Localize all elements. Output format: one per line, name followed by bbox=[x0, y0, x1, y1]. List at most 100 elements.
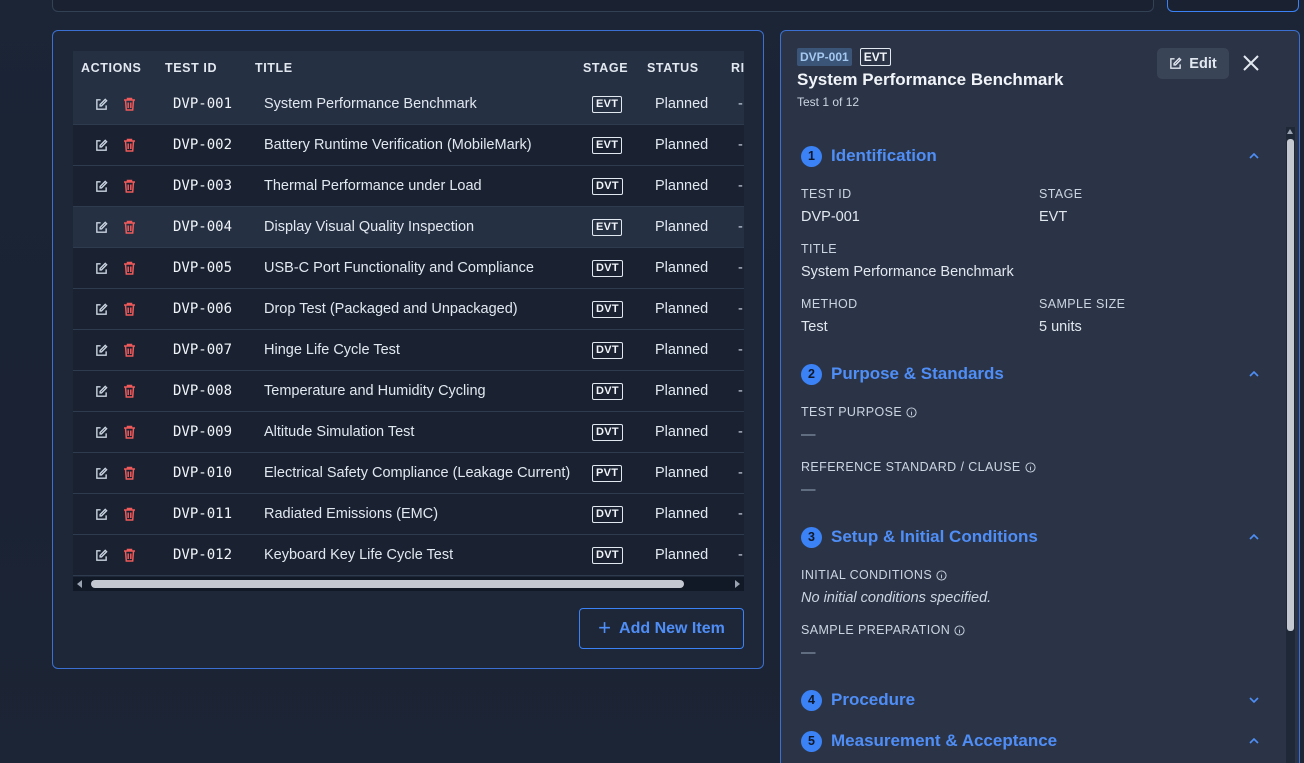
trash-icon[interactable] bbox=[123, 507, 136, 521]
status-cell: Planned bbox=[655, 96, 709, 112]
table-row[interactable]: DVP-009 Altitude Simulation Test DVT Planne… bbox=[73, 412, 744, 453]
sample-size-label: SAMPLE SIZE bbox=[1039, 297, 1126, 311]
column-header-title[interactable]: TITLE bbox=[255, 61, 293, 75]
scroll-left-icon[interactable] bbox=[77, 580, 82, 588]
section-number: 5 bbox=[801, 731, 822, 752]
stage-badge: DVT bbox=[592, 301, 623, 318]
edit-icon[interactable] bbox=[95, 98, 108, 111]
edit-icon[interactable] bbox=[95, 385, 108, 398]
status-cell: Planned bbox=[655, 465, 709, 481]
stage-label: STAGE bbox=[1039, 187, 1083, 201]
column-header-ri[interactable]: RI bbox=[731, 61, 744, 75]
trash-icon[interactable] bbox=[123, 302, 136, 316]
trash-icon[interactable] bbox=[123, 220, 136, 234]
section-title: Identification bbox=[831, 146, 937, 165]
status-cell: Planned bbox=[655, 506, 709, 522]
ri-cell: - bbox=[738, 178, 743, 194]
column-header-test-id[interactable]: TEST ID bbox=[165, 61, 217, 75]
table-row[interactable]: DVP-005 USB-C Port Functionality and Comp… bbox=[73, 248, 744, 289]
edit-icon bbox=[1170, 57, 1182, 69]
scrollbar-thumb[interactable] bbox=[1287, 139, 1294, 631]
chevron-up-icon[interactable] bbox=[1248, 736, 1260, 746]
column-header-status[interactable]: STATUS bbox=[647, 61, 699, 75]
title-cell: Battery Runtime Verification (MobileMark… bbox=[264, 137, 532, 153]
test-id-cell: DVP-008 bbox=[173, 383, 233, 399]
trash-icon[interactable] bbox=[123, 384, 136, 398]
edit-icon[interactable] bbox=[95, 180, 108, 193]
info-icon[interactable] bbox=[954, 624, 965, 636]
section-purpose-standards[interactable]: 2 Purpose & Standards bbox=[801, 363, 1265, 387]
table-header: ACTIONS TEST ID TITLE STAGE STATUS RI bbox=[73, 51, 744, 84]
add-new-item-button[interactable]: + Add New Item bbox=[579, 608, 744, 649]
table-row[interactable]: DVP-004 Display Visual Quality Inspection… bbox=[73, 207, 744, 248]
test-list-panel: ACTIONS TEST ID TITLE STAGE STATUS RI DV… bbox=[52, 30, 764, 669]
edit-icon[interactable] bbox=[95, 262, 108, 275]
trash-icon[interactable] bbox=[123, 548, 136, 562]
table-row[interactable]: DVP-011 Radiated Emissions (EMC) DVT Planne… bbox=[73, 494, 744, 535]
trash-icon[interactable] bbox=[123, 261, 136, 275]
table-row[interactable]: DVP-007 Hinge Life Cycle Test DVT Planned - bbox=[73, 330, 744, 371]
trash-icon[interactable] bbox=[123, 97, 136, 111]
table-body: DVP-001 System Performance Benchmark EVT Pl… bbox=[73, 84, 744, 576]
column-header-actions[interactable]: ACTIONS bbox=[81, 61, 141, 75]
chevron-up-icon[interactable] bbox=[1248, 532, 1260, 542]
edit-button[interactable]: Edit bbox=[1157, 48, 1229, 79]
edit-icon[interactable] bbox=[95, 303, 108, 316]
test-id-cell: DVP-001 bbox=[173, 96, 233, 112]
test-id-cell: DVP-007 bbox=[173, 342, 233, 358]
stage-badge: PVT bbox=[592, 465, 623, 482]
scrollbar-thumb[interactable] bbox=[91, 580, 684, 588]
vertical-scrollbar[interactable] bbox=[1286, 127, 1295, 763]
edit-icon[interactable] bbox=[95, 221, 108, 234]
ri-cell: - bbox=[738, 383, 743, 399]
section-procedure[interactable]: 4 Procedure bbox=[801, 689, 1265, 713]
trash-icon[interactable] bbox=[123, 179, 136, 193]
ri-cell: - bbox=[738, 301, 743, 317]
sample-preparation-label-text: SAMPLE PREPARATION bbox=[801, 623, 951, 637]
stage-badge: EVT bbox=[859, 48, 892, 66]
trash-icon[interactable] bbox=[123, 466, 136, 480]
section-identification[interactable]: 1 Identification bbox=[801, 145, 1265, 169]
plus-icon: + bbox=[598, 614, 612, 640]
edit-label: Edit bbox=[1189, 55, 1217, 72]
column-header-stage[interactable]: STAGE bbox=[583, 61, 628, 75]
edit-icon[interactable] bbox=[95, 508, 108, 521]
scroll-up-icon[interactable] bbox=[1287, 129, 1293, 134]
chevron-up-icon[interactable] bbox=[1248, 369, 1260, 379]
stage-badge: EVT bbox=[592, 219, 623, 236]
table-row[interactable]: DVP-002 Battery Runtime Verification (Mob… bbox=[73, 125, 744, 166]
info-icon[interactable] bbox=[1025, 461, 1036, 473]
search-input[interactable] bbox=[52, 0, 1154, 12]
table-row[interactable]: DVP-006 Drop Test (Packaged and Unpackage… bbox=[73, 289, 744, 330]
ri-cell: - bbox=[738, 506, 743, 522]
scroll-right-icon[interactable] bbox=[735, 580, 740, 588]
section-setup-initial-conditions[interactable]: 3 Setup & Initial Conditions bbox=[801, 526, 1265, 550]
trash-icon[interactable] bbox=[123, 425, 136, 439]
edit-icon[interactable] bbox=[95, 139, 108, 152]
ri-cell: - bbox=[738, 137, 743, 153]
edit-icon[interactable] bbox=[95, 467, 108, 480]
sample-preparation-value: — bbox=[801, 645, 816, 661]
trash-icon[interactable] bbox=[123, 138, 136, 152]
add-new-item-label: Add New Item bbox=[619, 619, 725, 637]
info-icon[interactable] bbox=[936, 569, 947, 581]
stage-badge: DVT bbox=[592, 178, 623, 195]
edit-icon[interactable] bbox=[95, 426, 108, 439]
horizontal-scrollbar[interactable] bbox=[73, 577, 744, 591]
table-row[interactable]: DVP-012 Keyboard Key Life Cycle Test DVT Pl… bbox=[73, 535, 744, 576]
toolbar-button[interactable] bbox=[1167, 0, 1299, 12]
section-measurement-acceptance[interactable]: 5 Measurement & Acceptance bbox=[801, 730, 1265, 754]
edit-icon[interactable] bbox=[95, 549, 108, 562]
chevron-down-icon[interactable] bbox=[1248, 695, 1260, 705]
table-row[interactable]: DVP-003 Thermal Performance under Load DVT… bbox=[73, 166, 744, 207]
table-row[interactable]: DVP-008 Temperature and Humidity Cycling D… bbox=[73, 371, 744, 412]
table-row[interactable]: DVP-001 System Performance Benchmark EVT Pl… bbox=[73, 84, 744, 125]
edit-icon[interactable] bbox=[95, 344, 108, 357]
chevron-up-icon[interactable] bbox=[1248, 151, 1260, 161]
test-id-cell: DVP-004 bbox=[173, 219, 233, 235]
trash-icon[interactable] bbox=[123, 343, 136, 357]
table-row[interactable]: DVP-010 Electrical Safety Compliance (Lea… bbox=[73, 453, 744, 494]
test-purpose-label-text: TEST PURPOSE bbox=[801, 405, 903, 419]
close-icon[interactable] bbox=[1239, 51, 1263, 75]
info-icon[interactable] bbox=[906, 406, 917, 418]
